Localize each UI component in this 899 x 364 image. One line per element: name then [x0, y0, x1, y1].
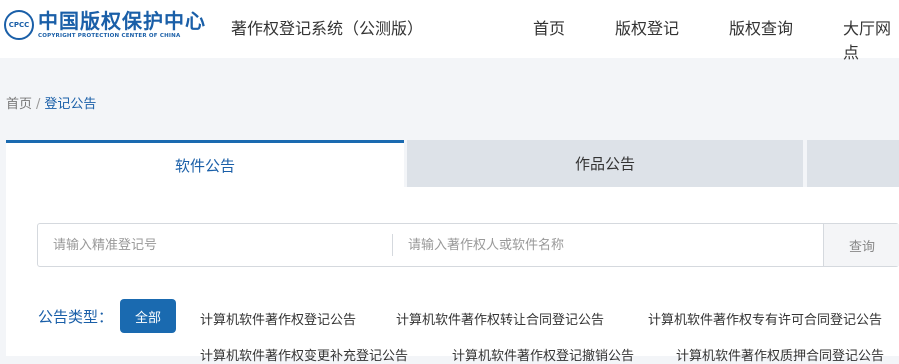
- logo-text: 中国版权保护中心 COPYRIGHT PROTECTION CENTER OF …: [38, 10, 206, 40]
- query-button[interactable]: 查询: [823, 224, 899, 266]
- type-revocation[interactable]: 计算机软件著作权登记撤销公告: [452, 345, 634, 364]
- top-header: CPCC 中国版权保护中心 COPYRIGHT PROTECTION CENTE…: [0, 0, 899, 62]
- nav-service-halls[interactable]: 大厅网点: [843, 15, 899, 63]
- breadcrumb-home[interactable]: 首页: [6, 97, 32, 112]
- search-bar: 查询: [37, 223, 899, 267]
- type-exclusive-license[interactable]: 计算机软件著作权专有许可合同登记公告: [648, 309, 882, 328]
- type-change-supplement[interactable]: 计算机软件著作权变更补充登记公告: [200, 345, 408, 364]
- announcement-type-label: 公告类型：: [38, 308, 114, 326]
- cpcc-logo[interactable]: CPCC 中国版权保护中心 COPYRIGHT PROTECTION CENTE…: [4, 8, 206, 42]
- type-all-button[interactable]: 全部: [120, 299, 176, 333]
- nav-copyright-query[interactable]: 版权查询: [729, 15, 793, 39]
- type-software-registration[interactable]: 计算机软件著作权登记公告: [200, 309, 356, 328]
- registration-number-input[interactable]: [38, 224, 392, 266]
- logo-name-cn: 中国版权保护中心: [38, 9, 206, 33]
- logo-name-en: COPYRIGHT PROTECTION CENTER OF CHINA: [38, 33, 181, 39]
- breadcrumb-separator: /: [36, 97, 41, 112]
- nav-home[interactable]: 首页: [533, 15, 565, 39]
- type-transfer-contract[interactable]: 计算机软件著作权转让合同登记公告: [396, 309, 604, 328]
- breadcrumb-current: 登记公告: [44, 97, 97, 112]
- tab-more[interactable]: [807, 140, 899, 187]
- tab-software-announcements[interactable]: 软件公告: [6, 140, 404, 187]
- owner-or-software-name-input[interactable]: [393, 224, 823, 266]
- breadcrumb: 首页 / 登记公告: [6, 93, 96, 112]
- logo-emblem-icon: CPCC: [4, 10, 34, 40]
- nav-copyright-registration[interactable]: 版权登记: [615, 15, 679, 39]
- tab-works-announcements[interactable]: 作品公告: [407, 140, 803, 187]
- type-pledge-contract[interactable]: 计算机软件著作权质押合同登记公告: [676, 345, 884, 364]
- system-name: 著作权登记系统（公测版）: [231, 19, 424, 38]
